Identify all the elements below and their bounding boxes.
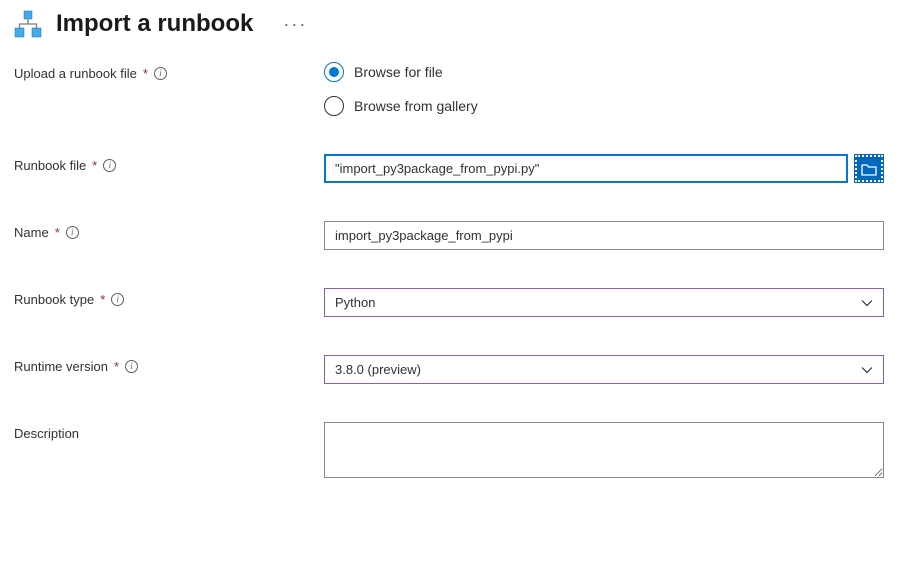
required-asterisk: * <box>114 359 119 374</box>
required-asterisk: * <box>100 292 105 307</box>
row-name: Name * i <box>14 221 891 250</box>
required-asterisk: * <box>55 225 60 240</box>
required-asterisk: * <box>143 66 148 81</box>
label-runtime-version: Runtime version * i <box>14 355 324 374</box>
label-text: Runtime version <box>14 359 108 374</box>
row-description: Description <box>14 422 891 481</box>
row-runbook-file: Runbook file * i <box>14 154 891 183</box>
info-icon[interactable]: i <box>111 293 124 306</box>
info-icon[interactable]: i <box>103 159 116 172</box>
radio-indicator <box>324 96 344 116</box>
required-asterisk: * <box>92 158 97 173</box>
select-value: 3.8.0 (preview) <box>335 362 421 377</box>
label-text: Upload a runbook file <box>14 66 137 81</box>
label-text: Runbook type <box>14 292 94 307</box>
label-upload-source: Upload a runbook file * i <box>14 62 324 81</box>
name-input[interactable] <box>324 221 884 250</box>
info-icon[interactable]: i <box>66 226 79 239</box>
page-header: Import a runbook ··· <box>0 0 905 42</box>
runbook-type-select[interactable]: Python <box>324 288 884 317</box>
chevron-down-icon <box>861 297 873 309</box>
info-icon[interactable]: i <box>125 360 138 373</box>
runtime-version-select[interactable]: 3.8.0 (preview) <box>324 355 884 384</box>
row-runbook-type: Runbook type * i Python <box>14 288 891 317</box>
label-text: Runbook file <box>14 158 86 173</box>
more-actions-button[interactable]: ··· <box>267 14 307 35</box>
label-runbook-type: Runbook type * i <box>14 288 324 307</box>
radio-browse-from-gallery[interactable]: Browse from gallery <box>324 96 884 116</box>
chevron-down-icon <box>861 364 873 376</box>
label-text: Description <box>14 426 79 441</box>
label-name: Name * i <box>14 221 324 240</box>
description-textarea[interactable] <box>324 422 884 478</box>
radio-browse-for-file[interactable]: Browse for file <box>324 62 884 82</box>
select-value: Python <box>335 295 375 310</box>
runbook-hierarchy-icon <box>14 10 42 38</box>
row-runtime-version: Runtime version * i 3.8.0 (preview) <box>14 355 891 384</box>
label-description: Description <box>14 422 324 441</box>
page-title: Import a runbook <box>56 10 253 38</box>
radio-label: Browse from gallery <box>354 98 478 114</box>
info-icon[interactable]: i <box>154 67 167 80</box>
row-upload-source: Upload a runbook file * i Browse for fil… <box>14 62 891 116</box>
radio-indicator-checked <box>324 62 344 82</box>
label-runbook-file: Runbook file * i <box>14 154 324 173</box>
runbook-file-input[interactable] <box>324 154 848 183</box>
browse-file-button[interactable] <box>854 154 884 183</box>
label-text: Name <box>14 225 49 240</box>
import-runbook-form: Upload a runbook file * i Browse for fil… <box>0 42 905 499</box>
radio-label: Browse for file <box>354 64 443 80</box>
upload-source-radio-group: Browse for file Browse from gallery <box>324 62 884 116</box>
folder-icon <box>861 162 877 176</box>
